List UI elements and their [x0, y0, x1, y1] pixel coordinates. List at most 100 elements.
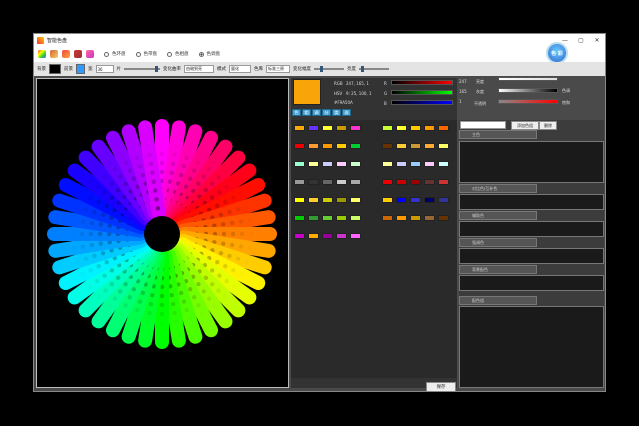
palette-swatch[interactable]: [322, 125, 333, 131]
palette-swatch[interactable]: [322, 143, 333, 149]
palette-swatch[interactable]: [350, 197, 361, 203]
section-accent-header[interactable]: 强调色: [459, 238, 537, 247]
palette-swatch[interactable]: [438, 215, 449, 221]
brush-icon[interactable]: [50, 50, 58, 58]
palette-swatch[interactable]: [322, 161, 333, 167]
palette-swatch[interactable]: [294, 161, 305, 167]
palette-swatch[interactable]: [294, 125, 305, 131]
palette-swatch[interactable]: [294, 143, 305, 149]
g-bar[interactable]: [391, 90, 453, 95]
palette-swatch[interactable]: [382, 161, 393, 167]
palette-swatch[interactable]: [350, 233, 361, 239]
palette-swatch[interactable]: [350, 125, 361, 131]
palette-swatch[interactable]: [438, 161, 449, 167]
brightness-slider[interactable]: [359, 66, 389, 72]
palette-swatch[interactable]: [294, 179, 305, 185]
palette-swatch[interactable]: [410, 143, 421, 149]
color-lib-select[interactable]: 标准三原: [266, 65, 290, 73]
palette-swatch[interactable]: [424, 143, 435, 149]
flower-icon[interactable]: [86, 50, 94, 58]
palette-swatch[interactable]: [308, 143, 319, 149]
palette-swatch[interactable]: [410, 215, 421, 221]
palette-swatch[interactable]: [396, 161, 407, 167]
palette-swatch[interactable]: [382, 125, 393, 131]
palette-swatch[interactable]: [410, 161, 421, 167]
palette-swatch[interactable]: [350, 161, 361, 167]
palette-swatch[interactable]: [336, 197, 347, 203]
palette-swatch[interactable]: [336, 215, 347, 221]
palette-swatch[interactable]: [396, 125, 407, 131]
picker-icon[interactable]: [62, 50, 70, 58]
color-wheel[interactable]: [37, 79, 288, 387]
palette-swatch[interactable]: [382, 215, 393, 221]
palette-swatch[interactable]: [382, 143, 393, 149]
palette-swatch[interactable]: [424, 179, 435, 185]
palette-swatch[interactable]: [410, 197, 421, 203]
palette-tab[interactable]: 分: [322, 109, 331, 116]
b-bar[interactable]: [391, 100, 453, 105]
palette-tab[interactable]: 相: [302, 109, 311, 116]
palette-swatch[interactable]: [308, 197, 319, 203]
palette-icon[interactable]: [38, 50, 46, 58]
r-bar[interactable]: [391, 80, 453, 85]
palette-swatch[interactable]: [336, 143, 347, 149]
bg-color-swatch[interactable]: [49, 64, 61, 74]
section-bg-header[interactable]: 背景配色: [459, 265, 537, 274]
palette-swatch[interactable]: [396, 143, 407, 149]
palette-swatch[interactable]: [308, 125, 319, 131]
palette-swatch[interactable]: [308, 179, 319, 185]
palette-swatch[interactable]: [350, 179, 361, 185]
palette-swatch[interactable]: [410, 179, 421, 185]
slider-knob[interactable]: [320, 66, 323, 72]
fg-color-swatch[interactable]: [76, 64, 85, 74]
strength-slider[interactable]: [314, 66, 344, 72]
palette-swatch[interactable]: [336, 233, 347, 239]
palette-swatch[interactable]: [396, 179, 407, 185]
section-aux-header[interactable]: 辅助色: [459, 211, 537, 220]
palette-swatch[interactable]: [336, 179, 347, 185]
palette-swatch[interactable]: [424, 197, 435, 203]
section-contrast-header[interactable]: 对比色/互补色: [459, 184, 537, 193]
palette-swatch[interactable]: [294, 197, 305, 203]
maximize-button[interactable]: ▢: [573, 34, 589, 46]
palette-swatch[interactable]: [308, 215, 319, 221]
palette-swatch[interactable]: [382, 197, 393, 203]
close-button[interactable]: ✕: [589, 34, 605, 46]
palette-swatch[interactable]: [350, 143, 361, 149]
palette-tab[interactable]: 色: [292, 109, 301, 116]
lens-select[interactable]: 由暗到亮: [184, 65, 214, 73]
radio-tone[interactable]: 色调盘: [198, 51, 220, 57]
slider-knob[interactable]: [361, 66, 364, 72]
scheme-name-input[interactable]: [460, 121, 506, 129]
palette-swatch[interactable]: [396, 197, 407, 203]
palette-swatch[interactable]: [410, 125, 421, 131]
palette-swatch[interactable]: [382, 179, 393, 185]
radio-ring[interactable]: 色环盘: [104, 51, 126, 57]
palette-swatch[interactable]: [424, 161, 435, 167]
slider-knob[interactable]: [155, 66, 158, 72]
palette-swatch[interactable]: [438, 197, 449, 203]
brightness-bar[interactable]: [498, 77, 558, 81]
palette-swatch[interactable]: [294, 233, 305, 239]
count-slider[interactable]: [124, 66, 160, 72]
palette-tab[interactable]: 调: [312, 109, 321, 116]
radio-hue[interactable]: 色相盘: [167, 51, 189, 57]
palette-swatch[interactable]: [438, 125, 449, 131]
palette-swatch[interactable]: [438, 143, 449, 149]
save-button[interactable]: 保存: [426, 382, 456, 391]
mode-select[interactable]: 量化: [229, 65, 251, 73]
palette-swatch[interactable]: [322, 197, 333, 203]
palette-swatch[interactable]: [294, 215, 305, 221]
palette-swatch[interactable]: [396, 215, 407, 221]
palette-swatch[interactable]: [438, 179, 449, 185]
palette-swatch[interactable]: [322, 179, 333, 185]
gray-bar[interactable]: [498, 88, 558, 93]
palette-tab[interactable]: 选: [342, 109, 351, 116]
palette-swatch[interactable]: [336, 125, 347, 131]
radio-strip[interactable]: 色带盘: [135, 51, 157, 57]
palette-swatch[interactable]: [308, 233, 319, 239]
palette-swatch[interactable]: [424, 125, 435, 131]
section-scheme-header[interactable]: 配色组: [459, 296, 537, 305]
add-group-button[interactable]: 添加色组: [511, 121, 539, 130]
size-input[interactable]: 36: [95, 65, 114, 73]
